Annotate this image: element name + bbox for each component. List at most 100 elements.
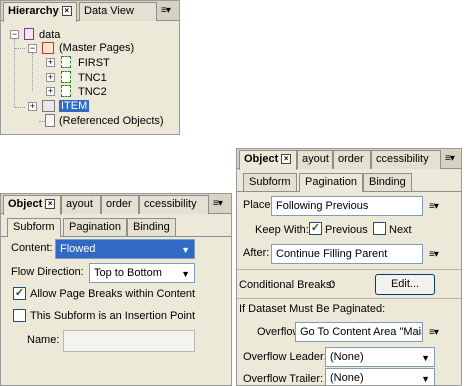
close-icon[interactable]: × [61, 6, 72, 17]
place-input[interactable]: Following Previous [271, 196, 423, 216]
tab-object-label: Object [8, 198, 43, 210]
content-label: Content: [11, 242, 53, 254]
tree-connector [14, 39, 15, 107]
content-select[interactable]: Flowed ▼ [55, 239, 195, 259]
overflow-leader-select[interactable]: (None) ▼ [325, 347, 435, 367]
tab-hierarchy-label: Hierarchy [8, 5, 59, 17]
flow-direction-label: Flow Direction: [11, 266, 84, 278]
tree-connector [15, 48, 25, 49]
panel-menu-icon[interactable]: ≡▾ [213, 199, 223, 209]
keep-with-label: Keep With: [255, 224, 309, 236]
collapse-icon[interactable]: − [28, 44, 37, 53]
subtab-binding[interactable]: Binding [363, 173, 412, 191]
overflow-trailer-select[interactable]: (None) ▼ [325, 368, 435, 385]
chevron-down-icon: ▼ [421, 353, 430, 363]
place-label: Place: [243, 199, 274, 211]
master-pages-icon [42, 42, 54, 54]
edit-button[interactable]: Edit... [375, 274, 435, 295]
page-icon [61, 71, 71, 83]
panel-menu-icon[interactable]: ≡▾ [445, 154, 455, 164]
overflow-menu-icon[interactable]: ≡▾ [429, 328, 439, 338]
hierarchy-tabbar: Hierarchy × Data View ≡▾ [1, 1, 179, 22]
section-divider [237, 269, 461, 270]
tree-item-item-label: ITEM [59, 100, 90, 112]
name-label: Name: [27, 334, 60, 346]
expand-icon[interactable]: + [28, 102, 37, 111]
after-menu-icon[interactable]: ≡▾ [429, 250, 439, 260]
flow-direction-select[interactable]: Top to Bottom ▼ [89, 263, 195, 283]
tab-accessibility[interactable]: ccessibility [139, 195, 209, 214]
after-input[interactable]: Continue Filling Parent [271, 244, 423, 264]
object-panel-left: Object × ayout order ccessibility ≡▾ Subf… [0, 193, 232, 386]
tab-data-view[interactable]: Data View [79, 2, 157, 21]
overflow-input[interactable]: Go To Content Area "Main" [295, 322, 423, 342]
insertion-point-label: This Subform is an Insertion Point [30, 310, 196, 322]
object-tabbar: Object × ayout order ccessibility ≡▾ [1, 194, 231, 215]
tab-hierarchy[interactable]: Hierarchy × [3, 2, 77, 22]
subtab-pagination[interactable]: Pagination [299, 173, 363, 192]
tree-connector [32, 53, 33, 91]
allow-page-breaks-label: Allow Page Breaks within Content [30, 288, 196, 300]
section-divider [237, 298, 461, 299]
expand-icon[interactable]: + [46, 73, 55, 82]
keep-next-checkbox[interactable] [373, 222, 386, 235]
tab-border-label: order [338, 153, 364, 165]
tab-border-label: order [106, 198, 132, 210]
chevron-down-icon: ▼ [181, 245, 190, 255]
collapse-icon[interactable]: − [10, 30, 19, 39]
conditional-breaks-label: Conditional Breaks: [239, 279, 335, 291]
expand-icon[interactable]: + [46, 87, 55, 96]
tab-accessibility-label: ccessibility [144, 198, 197, 210]
tab-layout-label: ayout [302, 153, 329, 165]
tree-item-referenced-objects[interactable]: (Referenced Objects) [59, 114, 164, 128]
overflow-trailer-value: (None) [330, 372, 364, 384]
expand-icon[interactable]: + [46, 58, 55, 67]
tree-item-first[interactable]: FIRST [78, 56, 110, 70]
tab-border[interactable]: order [101, 195, 139, 214]
page-icon [61, 56, 71, 68]
document-icon [24, 28, 34, 40]
tree-item-data[interactable]: data [39, 28, 60, 42]
subtab-subform[interactable]: Subform [243, 173, 297, 191]
close-icon[interactable]: × [45, 199, 56, 210]
name-input[interactable] [63, 330, 195, 352]
subtab-subform[interactable]: Subform [7, 218, 61, 237]
tree-item-item[interactable]: ITEM [59, 99, 90, 113]
allow-page-breaks-checkbox[interactable]: ✓ [13, 287, 26, 300]
subtab-pagination[interactable]: Pagination [63, 218, 127, 236]
tree-item-tnc1[interactable]: TNC1 [78, 71, 107, 85]
tab-accessibility-label: ccessibility [376, 153, 429, 165]
page-icon [61, 85, 71, 97]
tab-accessibility[interactable]: ccessibility [371, 150, 441, 169]
tree-item-master-pages[interactable]: (Master Pages) [59, 41, 134, 55]
overflow-leader-label: Overflow Leader: [243, 351, 327, 363]
place-menu-icon[interactable]: ≡▾ [429, 202, 439, 212]
hierarchy-panel: Hierarchy × Data View ≡▾ − data − (Master… [0, 0, 180, 135]
tab-layout[interactable]: ayout [61, 195, 101, 214]
subtab-binding[interactable]: Binding [127, 218, 176, 236]
keep-next-label: Next [389, 224, 412, 236]
after-value: Continue Filling Parent [276, 248, 388, 260]
conditional-breaks-count: 0 [329, 279, 336, 291]
insertion-point-checkbox[interactable] [13, 309, 26, 322]
close-icon[interactable]: × [281, 154, 292, 165]
after-label: After: [243, 247, 270, 259]
object-panel-right: Object × ayout order ccessibility ≡▾ Subf… [236, 148, 462, 386]
tab-object-label: Object [244, 153, 279, 165]
tab-object[interactable]: Object × [3, 195, 61, 215]
subform-icon [42, 100, 55, 112]
panel-menu-icon[interactable]: ≡▾ [161, 6, 171, 16]
tab-layout-label: ayout [66, 198, 93, 210]
keep-previous-checkbox[interactable]: ✓ [309, 222, 322, 235]
tab-border[interactable]: order [333, 150, 371, 169]
tab-layout[interactable]: ayout [297, 150, 333, 169]
tab-object[interactable]: Object × [239, 150, 297, 170]
tree-connector [15, 107, 25, 108]
referenced-objects-icon [45, 114, 55, 127]
paginated-heading: If Dataset Must Be Paginated: [239, 303, 386, 315]
chevron-down-icon: ▼ [181, 269, 190, 279]
chevron-down-icon: ▼ [421, 374, 430, 384]
place-value: Following Previous [276, 200, 369, 212]
keep-previous-label: Previous [325, 224, 368, 236]
tree-item-tnc2[interactable]: TNC2 [78, 85, 107, 99]
